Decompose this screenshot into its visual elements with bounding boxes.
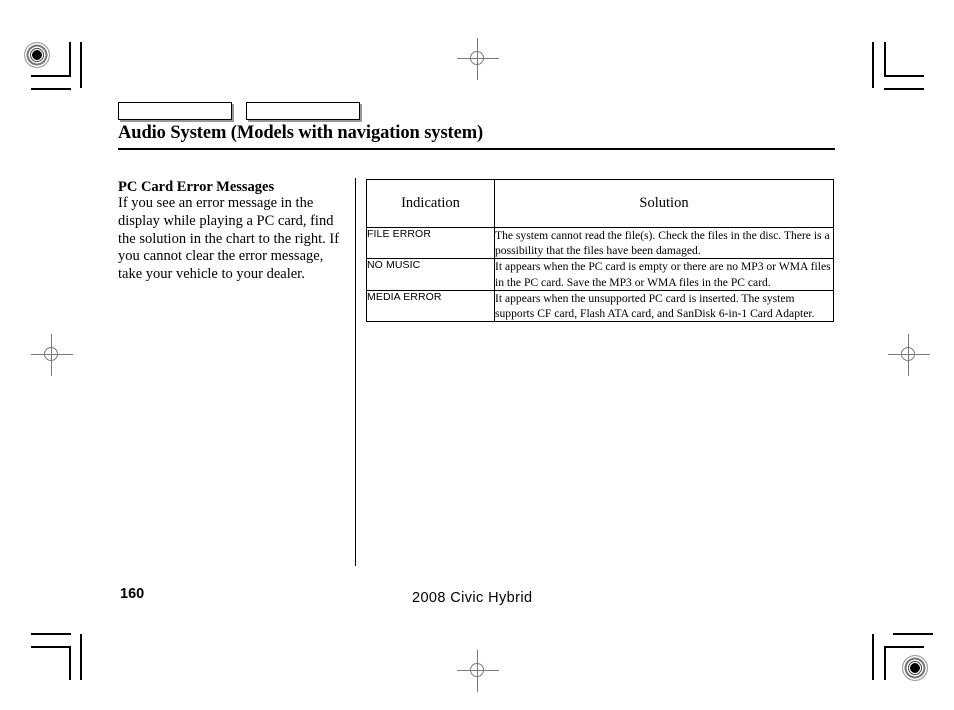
table-header-row: Indication Solution [366, 179, 834, 228]
table-row: NO MUSIC It appears when the PC card is … [366, 258, 834, 291]
header-tab-boxes [118, 102, 360, 120]
cell-solution: It appears when the unsupported PC card … [494, 289, 834, 323]
crop-mark-bottom-right-v1 [884, 646, 886, 680]
registration-bullseye-bottom-right [902, 655, 928, 681]
header-tab-box-1 [118, 102, 232, 120]
pc-card-error-table: Indication Solution FILE ERROR The syste… [366, 179, 834, 323]
section-heading: PC Card Error Messages [118, 179, 275, 195]
registration-crosshair-left-middle [31, 334, 73, 376]
crop-mark-bottom-right-h1 [893, 633, 933, 635]
crop-mark-bottom-right-v2 [872, 634, 874, 680]
crop-mark-top-left-v2 [80, 42, 82, 88]
column-header-solution: Solution [494, 179, 834, 228]
crop-mark-top-right-h2 [884, 88, 924, 90]
column-divider-rule [355, 178, 357, 566]
page-title: Audio System (Models with navigation sys… [118, 123, 484, 143]
crop-mark-bottom-left-h2 [31, 646, 71, 648]
crop-mark-bottom-right-h2 [884, 646, 924, 648]
crop-mark-bottom-left-v2 [80, 634, 82, 680]
header-tab-box-2 [246, 102, 360, 120]
crop-mark-top-right-h1 [884, 75, 924, 77]
crop-mark-top-right-v1 [884, 42, 886, 76]
cell-indication: MEDIA ERROR [366, 289, 495, 323]
page-number: 160 [120, 586, 145, 602]
crop-mark-top-right-v2 [872, 42, 874, 88]
cell-indication: FILE ERROR [366, 226, 495, 260]
registration-crosshair-right-middle [888, 334, 930, 376]
title-underline-rule [118, 148, 835, 150]
crop-mark-top-left-h1 [31, 75, 71, 77]
crop-mark-bottom-left-h1 [31, 633, 71, 635]
table-row: MEDIA ERROR It appears when the unsuppor… [366, 289, 834, 323]
table-row: FILE ERROR The system cannot read the fi… [366, 226, 834, 260]
footer-model-name: 2008 Civic Hybrid [412, 590, 533, 606]
registration-bullseye-top-left [24, 42, 50, 68]
cell-solution: The system cannot read the file(s). Chec… [494, 226, 834, 260]
registration-crosshair-bottom-center [457, 650, 499, 692]
crop-mark-top-left-v1 [69, 42, 71, 76]
crop-mark-bottom-left-v1 [69, 646, 71, 680]
registration-crosshair-top-center [457, 38, 499, 80]
section-body-text: If you see an error message in the displ… [118, 195, 340, 283]
left-text-column: PC Card Error Messages If you see an err… [118, 179, 346, 284]
crop-mark-top-left-h2 [31, 88, 71, 90]
cell-solution: It appears when the PC card is empty or … [494, 258, 834, 291]
cell-indication: NO MUSIC [366, 258, 495, 291]
column-header-indication: Indication [366, 179, 495, 228]
